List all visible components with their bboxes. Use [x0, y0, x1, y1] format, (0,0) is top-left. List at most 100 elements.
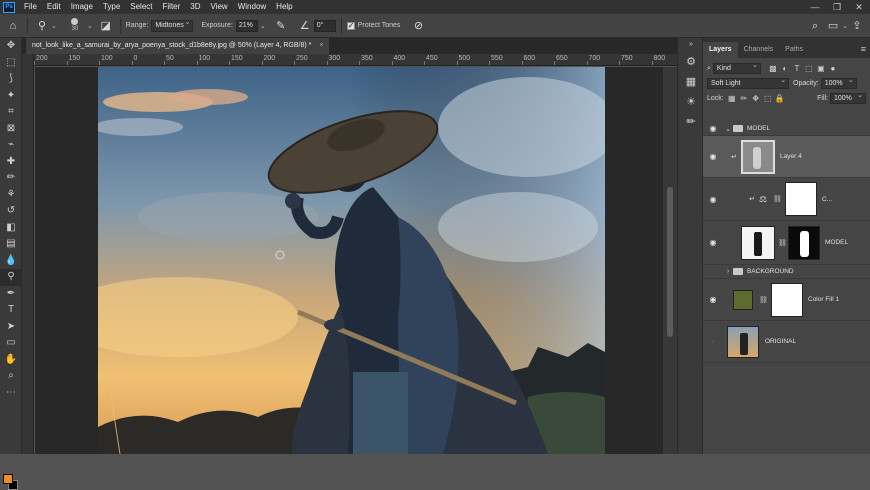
layer-group-background[interactable]: ◉ › BACKGROUND [703, 265, 870, 279]
chevron-right-icon[interactable]: › [723, 268, 733, 275]
brush-settings-icon[interactable]: ◪ [97, 16, 115, 36]
zoom-tool-icon[interactable]: ⌕ [0, 368, 22, 385]
lock-transparent-icon[interactable]: ▦ [726, 94, 738, 103]
layer-layer-4[interactable]: ◉ ↵ Layer 4 [703, 136, 870, 178]
brush-preset-picker[interactable]: 30 [63, 17, 87, 34]
pixel-filter-icon[interactable]: ▩ [767, 64, 779, 73]
menu-file[interactable]: File [19, 0, 42, 14]
dodge-tool-preset-icon[interactable]: ⚲ [33, 16, 51, 36]
menu-filter[interactable]: Filter [158, 0, 186, 14]
shape-filter-icon[interactable]: ⬚ [803, 64, 815, 73]
menu-image[interactable]: Image [66, 0, 98, 14]
protect-tones-checkbox[interactable] [346, 21, 355, 30]
layer-color-fill-1[interactable]: ◉ ⛓ Color Fill 1 [703, 279, 870, 321]
minimize-button[interactable]: — [804, 0, 826, 14]
type-tool-icon[interactable]: T [0, 302, 22, 319]
tab-layers[interactable]: Layers [703, 42, 738, 58]
crop-tool-icon[interactable]: ⌗ [0, 104, 22, 121]
collapse-panels-icon[interactable]: » [678, 38, 704, 52]
type-filter-icon[interactable]: T [791, 64, 803, 73]
chevron-down-icon[interactable]: ⌄ [87, 22, 93, 30]
brush-tool-icon[interactable]: ✏ [0, 170, 22, 187]
lasso-tool-icon[interactable]: ⟆ [0, 71, 22, 88]
clone-stamp-tool-icon[interactable]: ⚘ [0, 187, 22, 204]
link-icon[interactable]: ⛓ [759, 296, 768, 304]
angle-input[interactable]: 0° [313, 19, 336, 32]
lock-all-icon[interactable]: 🔒 [774, 94, 786, 103]
filter-kind-select[interactable]: Kind [712, 61, 761, 74]
chevron-down-icon[interactable]: ⌄ [51, 22, 57, 30]
foreground-color-swatch[interactable] [3, 474, 13, 484]
brushes-icon[interactable]: ✏ [678, 112, 704, 132]
home-icon[interactable]: ⌂ [4, 16, 22, 36]
eye-icon[interactable]: ◉ [703, 124, 723, 133]
visibility-toggle-empty[interactable]: ▫ [703, 337, 723, 346]
blur-tool-icon[interactable]: 💧 [0, 253, 22, 270]
horizontal-ruler[interactable]: 200 150 100 0 50 100 150 200 250 300 350 400 450 500 5… [34, 54, 677, 66]
workspace-icon[interactable]: ▭ [824, 16, 842, 36]
document-tab[interactable]: not_look_like_a_samurai_by_arya_poenya_s… [26, 38, 330, 54]
vertical-scrollbar[interactable] [663, 67, 677, 454]
marquee-tool-icon[interactable]: ⬚ [0, 55, 22, 72]
filter-toggle-icon[interactable]: ● [827, 64, 839, 73]
share-icon[interactable]: ⇪ [848, 16, 866, 36]
menu-select[interactable]: Select [125, 0, 157, 14]
exposure-input[interactable]: 21% [235, 19, 258, 32]
chevron-down-icon[interactable]: ⌄ [723, 125, 733, 133]
close-window-button[interactable]: ✕ [848, 0, 870, 14]
menu-window[interactable]: Window [233, 0, 271, 14]
eraser-tool-icon[interactable]: ◧ [0, 220, 22, 237]
panel-menu-icon[interactable]: ≡ [861, 44, 866, 54]
adjustments-icon[interactable]: ☀ [678, 92, 704, 112]
search-icon[interactable]: ⌕ [806, 16, 824, 36]
link-icon[interactable]: ⛓ [778, 239, 787, 247]
chevron-down-icon[interactable]: ⌄ [260, 22, 266, 30]
move-tool-icon[interactable]: ✥ [0, 38, 22, 55]
hand-tool-icon[interactable]: ✋ [0, 352, 22, 369]
frame-tool-icon[interactable]: ⊠ [0, 121, 22, 138]
learn-icon[interactable]: ⚙ [678, 52, 704, 72]
menu-3d[interactable]: 3D [185, 0, 205, 14]
close-icon[interactable]: × [319, 42, 323, 49]
pressure-size-icon[interactable]: ⊘ [409, 16, 427, 36]
lock-artboard-icon[interactable]: ⬚ [762, 94, 774, 103]
menu-type[interactable]: Type [98, 0, 125, 14]
opacity-input[interactable]: 100% [820, 76, 857, 89]
lock-position-icon[interactable]: ✥ [750, 94, 762, 103]
eye-icon[interactable]: ◉ [703, 295, 723, 304]
layer-model-masked[interactable]: ◉ ⛓ MODEL [703, 221, 870, 265]
menu-help[interactable]: Help [271, 0, 297, 14]
vertical-ruler[interactable] [22, 54, 34, 454]
path-select-tool-icon[interactable]: ➤ [0, 319, 22, 336]
canvas-area[interactable] [35, 67, 663, 454]
tab-paths[interactable]: Paths [779, 42, 809, 58]
lock-paint-icon[interactable]: ✏ [738, 94, 750, 103]
link-icon[interactable]: ⛓ [773, 195, 782, 203]
eye-icon[interactable]: ◉ [703, 238, 723, 247]
more-tools-icon[interactable]: ⋯ [0, 385, 22, 402]
layer-adjustment-curves[interactable]: ◉ ↵ ⚖ ⛓ C... [703, 178, 870, 221]
menu-view[interactable]: View [206, 0, 233, 14]
gradient-tool-icon[interactable]: ▤ [0, 236, 22, 253]
scrollbar-thumb[interactable] [667, 187, 673, 337]
tab-channels[interactable]: Channels [738, 42, 780, 58]
adjustment-filter-icon[interactable]: ◐ [779, 64, 791, 73]
eye-icon[interactable]: ◉ [703, 195, 723, 204]
libraries-icon[interactable]: ▦ [678, 72, 704, 92]
dodge-tool-icon[interactable]: ⚲ [0, 269, 22, 286]
airbrush-icon[interactable]: ✎ [272, 16, 290, 36]
eyedropper-tool-icon[interactable]: ⌁ [0, 137, 22, 154]
fill-input[interactable]: 100% [830, 91, 866, 104]
eye-icon[interactable]: ◉ [703, 152, 723, 161]
range-select[interactable]: Midtones [151, 18, 194, 32]
history-brush-tool-icon[interactable]: ↺ [0, 203, 22, 220]
menu-edit[interactable]: Edit [42, 0, 66, 14]
smart-object-filter-icon[interactable]: ▣ [815, 64, 827, 73]
healing-brush-tool-icon[interactable]: ✚ [0, 154, 22, 171]
blend-mode-select[interactable]: Soft Light [707, 76, 789, 89]
layer-group-model[interactable]: ◉ ⌄ MODEL [703, 122, 870, 136]
pen-tool-icon[interactable]: ✒ [0, 286, 22, 303]
maximize-button[interactable]: ❐ [826, 0, 848, 14]
document-image[interactable] [98, 67, 605, 454]
eye-icon[interactable]: ◉ [703, 267, 723, 276]
